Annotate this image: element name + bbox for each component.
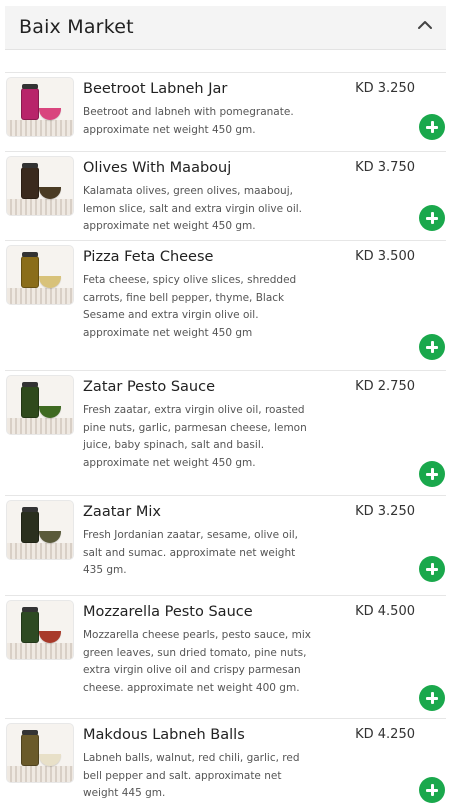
product-name: Olives With Maabouj xyxy=(83,160,232,176)
product-price: KD 4.500 xyxy=(355,604,415,619)
plus-circle-icon[interactable] xyxy=(419,205,445,231)
product-price: KD 4.250 xyxy=(355,727,415,742)
product-image xyxy=(6,77,74,137)
product-description: Beetroot and labneh with pomegranate. ap… xyxy=(83,106,294,136)
product-image xyxy=(6,723,74,783)
product-image xyxy=(6,156,74,216)
product-description: Labneh balls, walnut, red chili, garlic,… xyxy=(83,752,300,799)
product-image xyxy=(6,600,74,660)
product-item[interactable]: Zatar Pesto Sauce KD 2.750 Fresh zaatar,… xyxy=(5,370,446,495)
section-header[interactable]: Baix Market xyxy=(5,6,446,50)
product-price: KD 3.750 xyxy=(355,160,415,175)
product-item[interactable]: Olives With Maabouj KD 3.750 Kalamata ol… xyxy=(5,151,446,240)
product-price: KD 3.250 xyxy=(355,504,415,519)
product-description: Fresh Jordanian zaatar, sesame, olive oi… xyxy=(83,529,299,576)
product-item[interactable]: Pizza Feta Cheese KD 3.500 Feta cheese, … xyxy=(5,240,446,370)
product-image xyxy=(6,245,74,305)
plus-circle-icon[interactable] xyxy=(419,777,445,803)
product-description: Mozzarella cheese pearls, pesto sauce, m… xyxy=(83,629,311,694)
product-description: Feta cheese, spicy olive slices, shredde… xyxy=(83,274,297,339)
product-name: Pizza Feta Cheese xyxy=(83,249,214,265)
product-name: Mozzarella Pesto Sauce xyxy=(83,604,253,620)
product-price: KD 3.250 xyxy=(355,81,415,96)
plus-circle-icon[interactable] xyxy=(419,556,445,582)
product-price: KD 2.750 xyxy=(355,379,415,394)
product-name: Makdous Labneh Balls xyxy=(83,727,245,743)
product-item[interactable]: Mozzarella Pesto Sauce KD 4.500 Mozzarel… xyxy=(5,595,446,718)
product-image xyxy=(6,500,74,560)
product-item[interactable]: Makdous Labneh Balls KD 4.250 Labneh bal… xyxy=(5,718,446,812)
product-item[interactable]: Zaatar Mix KD 3.250 Fresh Jordanian zaat… xyxy=(5,495,446,595)
product-description: Kalamata olives, green olives, maabouj, … xyxy=(83,185,303,232)
plus-circle-icon[interactable] xyxy=(419,685,445,711)
product-item[interactable]: Beetroot Labneh Jar KD 3.250 Beetroot an… xyxy=(5,72,446,151)
product-name: Zatar Pesto Sauce xyxy=(83,379,216,395)
product-image xyxy=(6,375,74,435)
plus-circle-icon[interactable] xyxy=(419,334,445,360)
section-title: Baix Market xyxy=(19,16,134,38)
product-name: Beetroot Labneh Jar xyxy=(83,81,228,97)
product-price: KD 3.500 xyxy=(355,249,415,264)
product-description: Fresh zaatar, extra virgin olive oil, ro… xyxy=(83,404,307,469)
plus-circle-icon[interactable] xyxy=(419,114,445,140)
plus-circle-icon[interactable] xyxy=(419,461,445,487)
chevron-up-icon[interactable] xyxy=(416,16,434,34)
product-name: Zaatar Mix xyxy=(83,504,161,520)
